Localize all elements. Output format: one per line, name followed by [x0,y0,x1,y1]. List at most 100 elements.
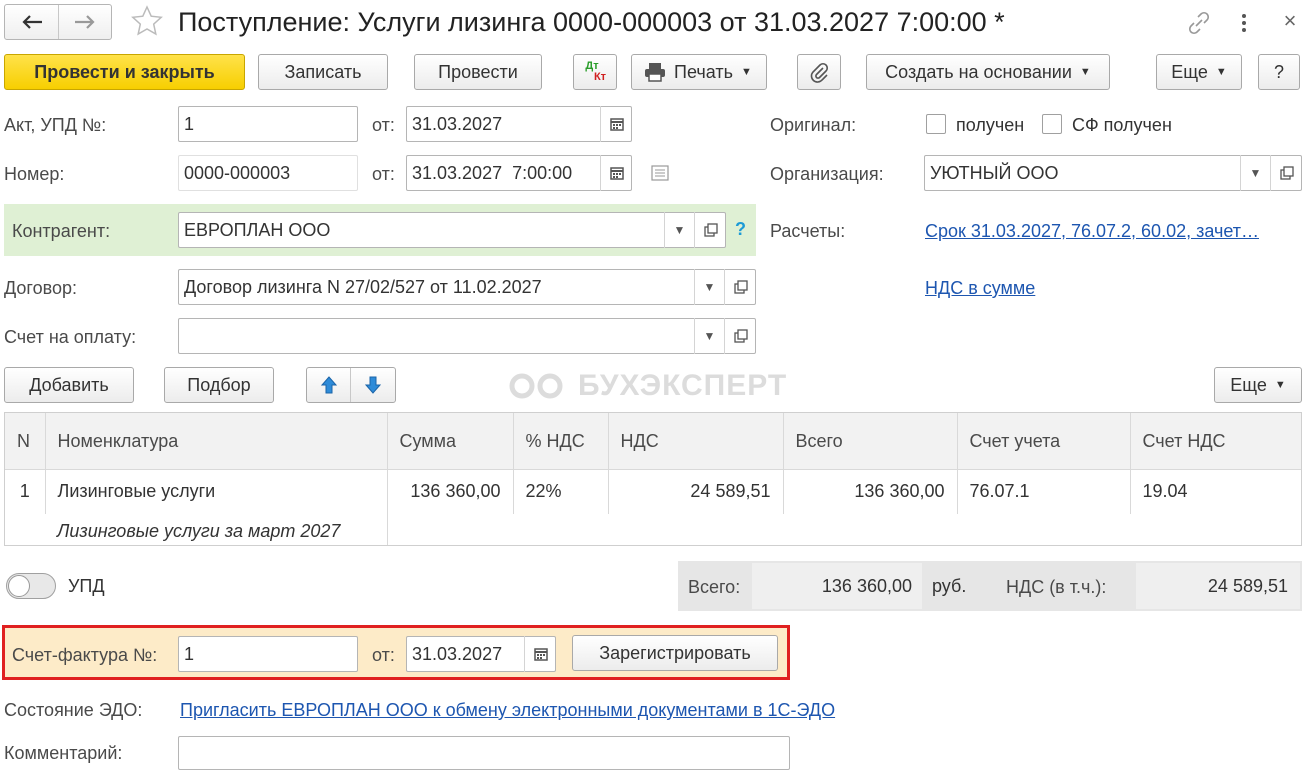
table-row-content[interactable]: Лизинговые услуги за март 2027 [5,513,1301,545]
open-icon[interactable] [694,212,726,248]
col-header-total[interactable]: Всего [783,413,958,470]
list-icon[interactable] [650,164,670,182]
dt-kt-button[interactable]: Дт Кт [573,54,617,90]
sf-received-checkbox[interactable] [1042,114,1062,134]
arrow-down-icon [365,376,381,394]
vat-total-value: 24 589,51 [1207,576,1288,596]
number-date-input[interactable]: 31.03.2027 7:00:00 [406,155,632,191]
act-number-label: Акт, УПД №: [4,115,107,135]
attach-button[interactable] [797,54,841,90]
invoice-number-label: Счет-фактура №: [12,645,158,665]
currency-label: руб. [932,576,967,596]
post-button[interactable]: Провести [414,54,542,90]
calendar-icon[interactable] [600,155,632,191]
dropdown-icon[interactable]: ▼ [1240,155,1270,191]
kt-label: Кт [593,71,607,83]
table-header-row: N Номенклатура Сумма % НДС НДС Всего Сче… [5,413,1301,470]
select-button[interactable]: Подбор [164,367,274,403]
contract-input[interactable]: Договор лизинга N 27/02/527 от 11.02.202… [178,269,756,305]
cell-item[interactable]: Лизинговые услуги [45,469,388,514]
save-button[interactable]: Записать [258,54,388,90]
received-label: получен [956,115,1025,135]
watermark-logo-icon [509,373,563,399]
forward-button[interactable] [59,5,111,39]
chevron-down-icon: ▼ [740,66,752,78]
create-based-on-button[interactable]: Создать на основании ▼ [866,54,1110,90]
col-header-item[interactable]: Номенклатура [45,413,388,470]
cell-account[interactable]: 76.07.1 [957,469,1131,514]
move-up-button[interactable] [307,368,351,402]
act-number-input[interactable]: 1 [178,106,358,142]
more-button[interactable]: Еще ▼ [1156,54,1242,90]
invoice-date-label: от: [372,645,395,665]
open-icon[interactable] [1270,155,1302,191]
close-icon[interactable]: × [1278,6,1302,36]
add-button[interactable]: Добавить [4,367,134,403]
cell-sum[interactable]: 136 360,00 [387,469,514,514]
arrow-left-icon [21,15,42,29]
col-header-account[interactable]: Счет учета [957,413,1131,470]
invoice-for-payment-label: Счет на оплату: [4,327,137,347]
col-header-vat-rate[interactable]: % НДС [513,413,609,470]
link-icon[interactable] [1186,10,1212,36]
toggle-knob [8,575,30,597]
upd-label: УПД [68,576,105,596]
settlements-label: Расчеты: [770,221,846,241]
counterparty-input[interactable]: ЕВРОПЛАН ООО [178,212,726,248]
cell-vat[interactable]: 24 589,51 [608,469,784,514]
cell-content[interactable]: Лизинговые услуги за март 2027 [45,513,388,545]
post-and-close-button[interactable]: Провести и закрыть [4,54,245,90]
favorite-star-icon[interactable] [130,4,166,40]
sf-received-label: СФ получен [1072,115,1172,135]
total-label: Всего: [688,577,741,597]
received-checkbox[interactable] [926,114,946,134]
chevron-down-icon: ▼ [1079,66,1091,78]
table-more-label: Еще [1230,374,1267,395]
act-date-input[interactable]: 31.03.2027 [406,106,632,142]
invoice-for-payment-input[interactable] [178,318,756,354]
items-table-wrap: N Номенклатура Сумма % НДС НДС Всего Сче… [4,412,1302,546]
counterparty-help-icon[interactable]: ? [735,219,746,240]
calendar-icon[interactable] [600,106,632,142]
col-header-vat[interactable]: НДС [608,413,784,470]
help-button[interactable]: ? [1258,54,1300,90]
original-label: Оригинал: [770,115,857,135]
more-label: Еще [1171,61,1208,82]
comment-input[interactable] [178,736,790,770]
print-button[interactable]: Печать ▼ [631,54,767,90]
open-icon[interactable] [724,318,756,354]
edo-invite-link[interactable]: Пригласить ЕВРОПЛАН ООО к обмену электро… [180,700,835,721]
vat-in-sum-link[interactable]: НДС в сумме [925,278,1035,299]
cell-vat-rate[interactable]: 22% [513,469,609,514]
watermark-text: БУХЭКСПЕРТ [578,369,788,402]
number-label: Номер: [4,164,65,184]
printer-icon [645,63,665,82]
arrow-right-icon [75,15,95,29]
invoice-number-input[interactable]: 1 [178,636,358,672]
cell-total[interactable]: 136 360,00 [783,469,958,514]
settlements-link[interactable]: Срок 31.03.2027, 76.07.2, 60.02, зачет… [925,221,1259,242]
table-row[interactable]: 1 Лизинговые услуги 136 360,00 22% 24 58… [5,469,1301,514]
calendar-icon[interactable] [524,636,556,672]
move-down-button[interactable] [351,368,395,402]
open-icon[interactable] [724,269,756,305]
col-header-sum[interactable]: Сумма [387,413,514,470]
edo-status-label: Состояние ЭДО: [4,700,143,720]
paperclip-icon [810,62,829,83]
dropdown-icon[interactable]: ▼ [664,212,694,248]
col-header-vat-account[interactable]: Счет НДС [1130,413,1301,470]
nav-buttons [4,4,112,40]
window-title: Поступление: Услуги лизинга 0000-000003 … [178,7,1005,37]
dropdown-icon[interactable]: ▼ [694,269,724,305]
dropdown-icon[interactable]: ▼ [694,318,724,354]
back-button[interactable] [5,5,59,39]
vat-total-label: НДС (в т.ч.): [1006,577,1107,597]
cell-vat-account[interactable]: 19.04 [1130,470,1301,514]
register-button[interactable]: Зарегистрировать [572,635,778,671]
number-input[interactable]: 0000-000003 [178,155,358,191]
table-more-button[interactable]: Еще ▼ [1214,367,1302,403]
upd-toggle[interactable] [6,573,56,599]
kebab-menu-icon[interactable] [1236,10,1252,36]
col-header-n[interactable]: N [5,413,46,470]
number-date-label: от: [372,164,395,184]
